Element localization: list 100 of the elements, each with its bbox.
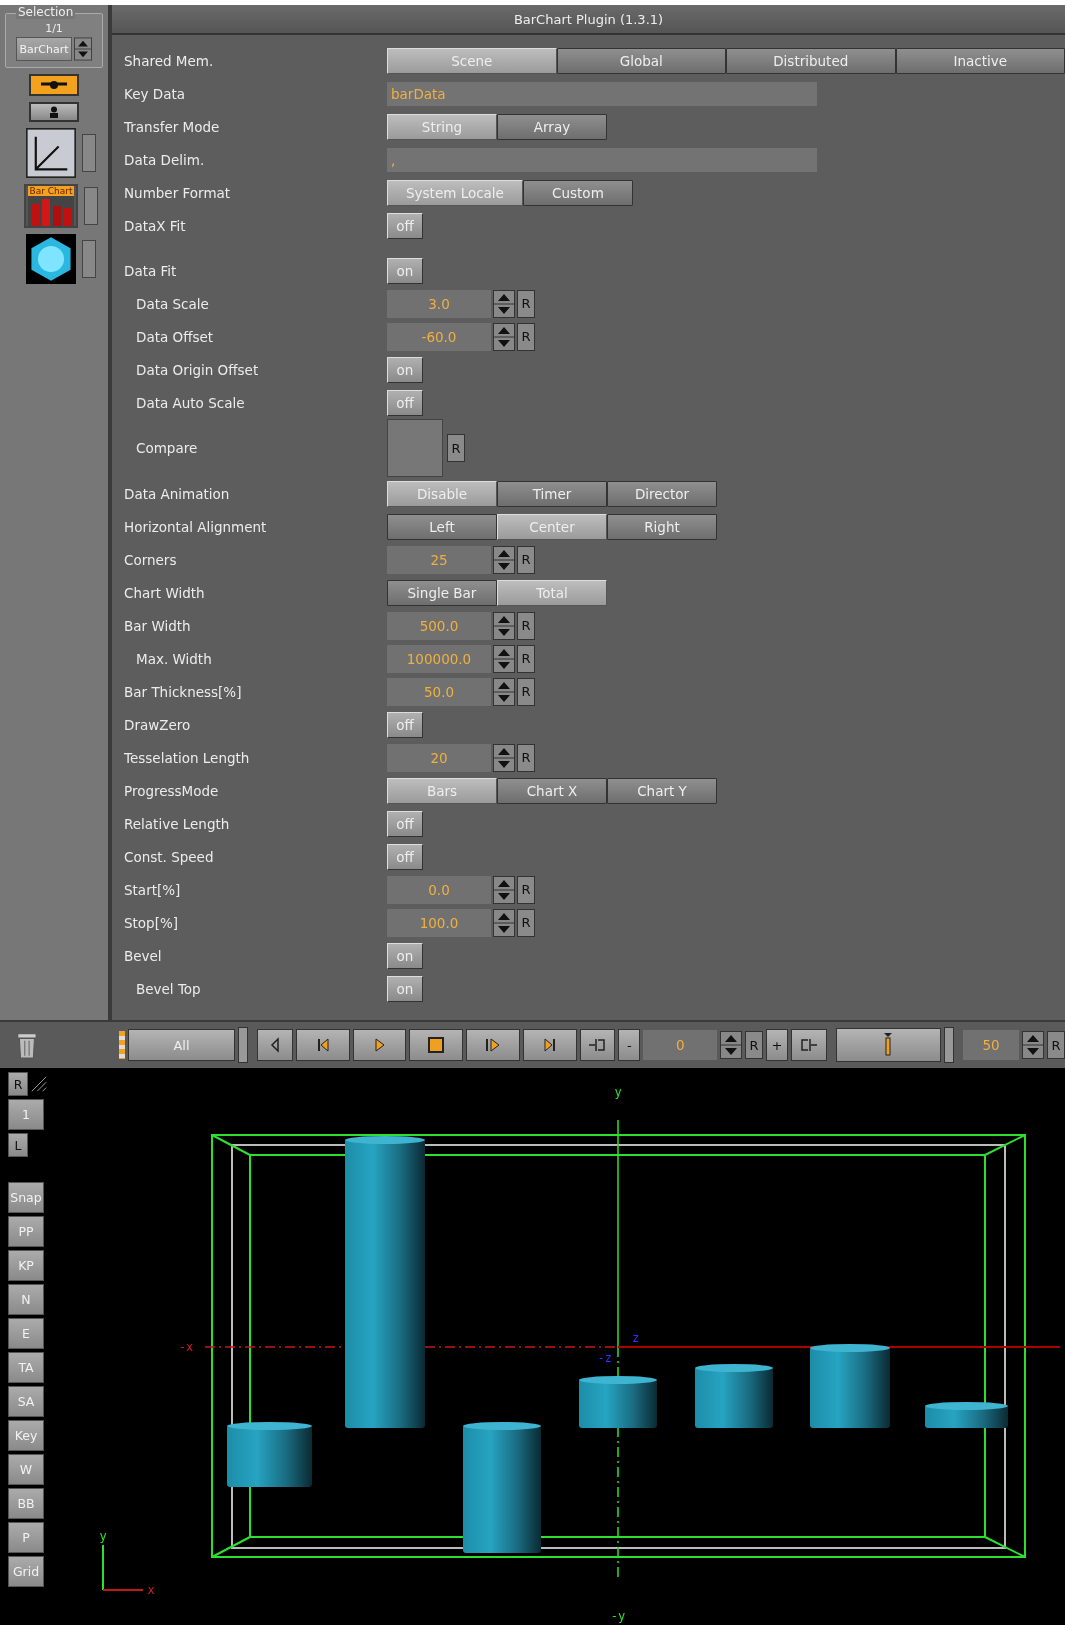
segment-button[interactable]: Timer bbox=[497, 480, 607, 507]
number-field[interactable]: 0.0 bbox=[387, 875, 491, 904]
reset-button[interactable]: R bbox=[517, 644, 535, 673]
person-icon[interactable] bbox=[29, 102, 79, 122]
stepper-icon[interactable] bbox=[1022, 1031, 1045, 1059]
number-field[interactable]: 500.0 bbox=[387, 611, 491, 640]
number-field[interactable]: 100.0 bbox=[387, 908, 491, 937]
reset-button[interactable]: R bbox=[517, 289, 535, 318]
viewport-tool-button[interactable]: 1 bbox=[8, 1099, 44, 1130]
bar-chart-thumbnail[interactable]: Bar Chart bbox=[24, 184, 78, 228]
stepper-icon[interactable] bbox=[493, 677, 515, 706]
number-field[interactable]: 3.0 bbox=[387, 289, 491, 318]
stepper-icon[interactable] bbox=[493, 743, 515, 772]
viewport-tool-button[interactable]: PP bbox=[8, 1216, 44, 1247]
viewport-tool-button[interactable]: R bbox=[8, 1072, 28, 1096]
drag-handle[interactable] bbox=[118, 1031, 125, 1059]
viewport-tool-button[interactable]: Grid bbox=[8, 1556, 44, 1587]
segment-button[interactable]: Array bbox=[497, 113, 607, 140]
end-frame-field[interactable]: 50 bbox=[963, 1030, 1020, 1060]
play-icon[interactable] bbox=[352, 1029, 407, 1061]
reset-button[interactable]: R bbox=[517, 875, 535, 904]
number-field[interactable]: 100000.0 bbox=[387, 644, 491, 673]
toggle-button[interactable]: on bbox=[387, 975, 423, 1002]
toggle-button[interactable]: off bbox=[387, 212, 423, 239]
stepper-icon[interactable] bbox=[493, 322, 515, 351]
stepper-icon[interactable] bbox=[720, 1031, 743, 1059]
stepper-icon[interactable] bbox=[493, 289, 515, 318]
stepper-icon[interactable] bbox=[493, 644, 515, 673]
viewport-tool-button[interactable]: W bbox=[8, 1454, 44, 1485]
viewport-tool-button[interactable]: E bbox=[8, 1318, 44, 1349]
viewport-tool-button[interactable]: BB bbox=[8, 1488, 44, 1519]
segment-button[interactable]: Global bbox=[556, 47, 726, 74]
number-field[interactable]: 50.0 bbox=[387, 677, 491, 706]
segment-button[interactable]: Distributed bbox=[726, 47, 896, 74]
segment-button[interactable]: Chart Y bbox=[607, 777, 717, 804]
segment-button[interactable]: String bbox=[387, 113, 497, 140]
skip-start-icon[interactable] bbox=[296, 1029, 350, 1061]
toggle-button[interactable]: on bbox=[387, 356, 423, 383]
trash-icon[interactable] bbox=[16, 1031, 38, 1059]
axes-icon[interactable] bbox=[26, 128, 76, 178]
reset-button[interactable]: R bbox=[447, 434, 465, 462]
toggle-button[interactable]: off bbox=[387, 810, 423, 837]
segment-button[interactable]: Single Bar bbox=[387, 579, 497, 606]
color-swatch[interactable] bbox=[387, 419, 443, 477]
segment-button[interactable]: Right bbox=[607, 513, 717, 540]
slider-thumb[interactable] bbox=[883, 1032, 894, 1056]
viewport-tool-button[interactable]: Snap bbox=[8, 1182, 44, 1213]
reset-button[interactable]: R bbox=[517, 677, 535, 706]
text-field[interactable]: , bbox=[387, 147, 817, 172]
skip-end-icon[interactable] bbox=[522, 1029, 577, 1061]
stepper-icon[interactable] bbox=[493, 875, 515, 904]
number-field[interactable]: -60.0 bbox=[387, 322, 491, 351]
timeline-slider[interactable] bbox=[835, 1028, 942, 1062]
segment-button[interactable]: Inactive bbox=[895, 47, 1065, 74]
segment-button[interactable]: Chart X bbox=[497, 777, 607, 804]
number-field[interactable]: 20 bbox=[387, 743, 491, 772]
segment-button[interactable]: System Locale bbox=[387, 179, 523, 206]
plus-button[interactable]: + bbox=[766, 1029, 788, 1061]
toggle-button[interactable]: on bbox=[387, 257, 423, 284]
segment-button[interactable]: Disable bbox=[387, 480, 497, 507]
reset-button[interactable]: R bbox=[517, 908, 535, 937]
viewport-tool-button[interactable]: P bbox=[8, 1522, 44, 1553]
step-forward-icon[interactable] bbox=[466, 1029, 520, 1061]
tile-handle[interactable] bbox=[82, 134, 96, 172]
number-field[interactable]: 25 bbox=[387, 545, 491, 574]
keyframe-right-icon[interactable] bbox=[791, 1029, 827, 1061]
toggle-button[interactable]: off bbox=[387, 711, 423, 738]
frame-field[interactable]: 0 bbox=[643, 1030, 718, 1060]
minus-button[interactable]: - bbox=[618, 1029, 641, 1061]
viewport-tool-button[interactable]: Key bbox=[8, 1420, 44, 1451]
toggle-button[interactable]: on bbox=[387, 942, 423, 969]
toggle-button[interactable]: off bbox=[387, 389, 423, 416]
viewport-tool-button[interactable]: L bbox=[8, 1133, 28, 1157]
segment-button[interactable]: Director bbox=[607, 480, 717, 507]
segment-button[interactable]: Scene bbox=[387, 47, 557, 74]
reset-button[interactable]: R bbox=[1047, 1031, 1065, 1059]
segment-button[interactable]: Custom bbox=[522, 179, 633, 206]
stepper-icon[interactable] bbox=[493, 908, 515, 937]
viewport-tool-button[interactable]: N bbox=[8, 1284, 44, 1315]
viewport-tool-button[interactable]: KP bbox=[8, 1250, 44, 1281]
reset-button[interactable]: R bbox=[517, 611, 535, 640]
segment-button[interactable]: Center bbox=[497, 513, 607, 540]
tile-handle[interactable] bbox=[84, 187, 98, 225]
keyframe-left-icon[interactable] bbox=[579, 1029, 616, 1061]
viewport-tool-button[interactable]: SA bbox=[8, 1386, 44, 1417]
reset-button[interactable]: R bbox=[517, 545, 535, 574]
reset-button[interactable]: R bbox=[517, 322, 535, 351]
stepper-icon[interactable] bbox=[493, 611, 515, 640]
all-button[interactable]: All bbox=[127, 1029, 236, 1061]
viewport-tool-button[interactable]: TA bbox=[8, 1352, 44, 1383]
segment-button[interactable]: Total bbox=[497, 579, 607, 606]
object-dropdown[interactable]: BarChart bbox=[16, 37, 72, 61]
segment-button[interactable]: Bars bbox=[387, 777, 497, 804]
text-field[interactable]: barData bbox=[387, 81, 817, 106]
segment-button[interactable]: Left bbox=[387, 513, 497, 540]
toggle-button[interactable]: off bbox=[387, 843, 423, 870]
reset-button[interactable]: R bbox=[745, 1031, 764, 1059]
stop-icon[interactable] bbox=[409, 1029, 464, 1061]
tile-handle[interactable] bbox=[82, 240, 96, 278]
stepper-icon[interactable] bbox=[493, 545, 515, 574]
